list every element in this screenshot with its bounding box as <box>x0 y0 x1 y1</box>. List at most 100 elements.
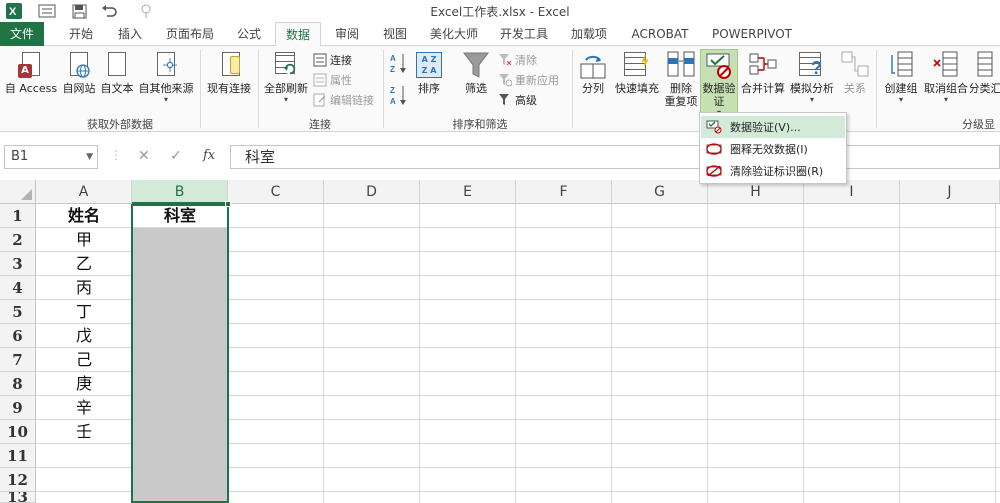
cell-a3[interactable]: 乙 <box>36 252 132 276</box>
formula-bar-grip: ⋮ <box>110 148 122 162</box>
reapply-button[interactable]: 重新应用 <box>498 71 559 89</box>
other-sources-icon <box>151 50 181 80</box>
cell-a5[interactable]: 丁 <box>36 300 132 324</box>
connections-group-label: 连接 <box>309 118 331 131</box>
relationships-button[interactable]: 关系 <box>838 50 872 112</box>
row-header[interactable]: 1 <box>0 204 36 228</box>
ribbon: A 自 Access 自网站 自文本 自其他来源 ▾ 现有连接 获取外部数据 全… <box>0 46 1000 132</box>
tab-home[interactable]: 开始 <box>57 22 105 46</box>
tab-acrobat[interactable]: ACROBAT <box>622 22 698 46</box>
formula-input[interactable]: 科室 <box>230 145 1000 169</box>
worksheet-grid: A B C D E F G H I J 1 2 3 4 5 6 7 8 9 10… <box>0 180 1000 503</box>
properties-button[interactable]: 属性 <box>313 71 352 89</box>
tab-beautify[interactable]: 美化大师 <box>421 22 487 46</box>
ribbon-tab-row: 文件 开始 插入 页面布局 公式 数据 审阅 视图 美化大师 开发工具 加载项 … <box>0 22 1000 47</box>
tab-data[interactable]: 数据 <box>275 22 321 47</box>
connections-button[interactable]: 连接 <box>313 51 352 69</box>
existing-connections-button[interactable]: 现有连接 <box>204 50 254 112</box>
sort-button[interactable]: A Z Z A 排序 <box>412 50 446 112</box>
tab-developer[interactable]: 开发工具 <box>491 22 557 46</box>
row-header[interactable]: 8 <box>0 372 36 396</box>
data-validation-button[interactable]: 数据验证 ▾ <box>700 49 738 117</box>
row-header[interactable]: 3 <box>0 252 36 276</box>
tab-insert[interactable]: 插入 <box>107 22 153 46</box>
chevron-down-icon: ▾ <box>809 95 814 104</box>
column-header-c[interactable]: C <box>228 180 324 204</box>
ungroup-button[interactable]: 取消组合 ▾ <box>922 50 970 112</box>
chevron-down-icon[interactable]: ▼ <box>86 146 93 168</box>
column-header-b[interactable]: B <box>132 180 228 204</box>
sort-ascending-button[interactable]: AZ <box>390 54 408 74</box>
column-header-d[interactable]: D <box>324 180 420 204</box>
column-header-a[interactable]: A <box>36 180 132 204</box>
from-access-button[interactable]: A 自 Access <box>4 50 58 112</box>
advanced-filter-icon <box>498 93 512 107</box>
cell-a6[interactable]: 戊 <box>36 324 132 348</box>
cell-a8[interactable]: 庚 <box>36 372 132 396</box>
row-header[interactable]: 10 <box>0 420 36 444</box>
cell-a10[interactable]: 壬 <box>36 420 132 444</box>
sort-filter-group-label: 排序和筛选 <box>452 118 508 131</box>
reapply-icon <box>498 73 513 87</box>
column-header-f[interactable]: F <box>516 180 612 204</box>
tab-powerpivot[interactable]: POWERPIVOT <box>704 22 800 46</box>
cell-a1[interactable]: 姓名 <box>36 204 132 228</box>
group-button[interactable]: 创建组 ▾ <box>880 50 922 112</box>
advanced-filter-button[interactable]: 高级 <box>498 91 537 109</box>
from-web-button[interactable]: 自网站 <box>60 50 98 112</box>
sort-descending-button[interactable]: ZA <box>390 86 408 106</box>
tab-view[interactable]: 视图 <box>373 22 417 46</box>
cell-a4[interactable]: 丙 <box>36 276 132 300</box>
row-header[interactable]: 11 <box>0 444 36 468</box>
flash-fill-button[interactable]: 快速填充 <box>612 50 662 112</box>
column-header-g[interactable]: G <box>612 180 708 204</box>
row-header[interactable]: 13 <box>0 492 36 503</box>
outline-group-label: 分级显 <box>962 118 995 131</box>
cell-a7[interactable]: 己 <box>36 348 132 372</box>
insert-function-button[interactable]: fx <box>203 148 215 163</box>
edit-links-button[interactable]: 编辑链接 <box>313 91 374 109</box>
tab-addins[interactable]: 加载项 <box>561 22 617 46</box>
from-text-button[interactable]: 自文本 <box>98 50 136 112</box>
column-header-j[interactable]: J <box>900 180 1000 204</box>
row-header[interactable]: 4 <box>0 276 36 300</box>
fill-handle[interactable] <box>225 201 231 207</box>
window-title: Excel工作表.xlsx - Excel <box>430 5 570 19</box>
menu-item-data-validation[interactable]: 数据验证(V)... <box>701 116 845 138</box>
from-other-sources-button[interactable]: 自其他来源 ▾ <box>136 50 196 112</box>
tab-file[interactable]: 文件 <box>0 22 44 46</box>
clear-filter-button[interactable]: 清除 <box>498 51 537 69</box>
menu-item-clear-validation-circles[interactable]: 清除验证标识圈(R) <box>701 160 845 182</box>
select-all-button[interactable] <box>0 180 36 204</box>
tab-formulas[interactable]: 公式 <box>227 22 271 46</box>
row-header[interactable]: 2 <box>0 228 36 252</box>
consolidate-button[interactable]: 合并计算 <box>738 50 788 112</box>
filter-button[interactable]: 筛选 <box>458 50 494 112</box>
row-header[interactable]: 7 <box>0 348 36 372</box>
cancel-entry-button[interactable]: ✕ <box>138 148 150 164</box>
refresh-all-button[interactable]: 全部刷新 ▾ <box>262 50 310 112</box>
tab-review[interactable]: 审阅 <box>325 22 369 46</box>
cell-a2[interactable]: 甲 <box>36 228 132 252</box>
row-header[interactable]: 12 <box>0 468 36 492</box>
name-box[interactable]: B1 ▼ <box>4 145 98 169</box>
enter-entry-button[interactable]: ✓ <box>170 148 182 164</box>
data-validation-menu: 数据验证(V)... 圈释无效数据(I) 清除验证标识圈(R) <box>699 112 847 184</box>
group-divider <box>572 50 573 128</box>
formula-bar: B1 ▼ ⋮ ✕ ✓ fx 科室 <box>0 140 1000 176</box>
tab-page-layout[interactable]: 页面布局 <box>157 22 223 46</box>
row-header[interactable]: 5 <box>0 300 36 324</box>
column-header-e[interactable]: E <box>420 180 516 204</box>
what-if-analysis-button[interactable]: ? 模拟分析 ▾ <box>788 50 836 112</box>
group-rows-icon <box>886 50 916 80</box>
circle-invalid-data-icon <box>706 142 722 156</box>
remove-duplicates-button[interactable]: 删除 重复项 <box>662 50 700 112</box>
text-to-columns-button[interactable]: 分列 <box>576 50 610 112</box>
menu-item-circle-invalid-data[interactable]: 圈释无效数据(I) <box>701 138 845 160</box>
subtotal-button[interactable]: 分类汇 <box>970 50 1000 112</box>
cell-a9[interactable]: 辛 <box>36 396 132 420</box>
sort-dialog-icon: A Z Z A <box>414 50 444 80</box>
text-file-icon <box>102 50 132 80</box>
row-header[interactable]: 9 <box>0 396 36 420</box>
row-header[interactable]: 6 <box>0 324 36 348</box>
